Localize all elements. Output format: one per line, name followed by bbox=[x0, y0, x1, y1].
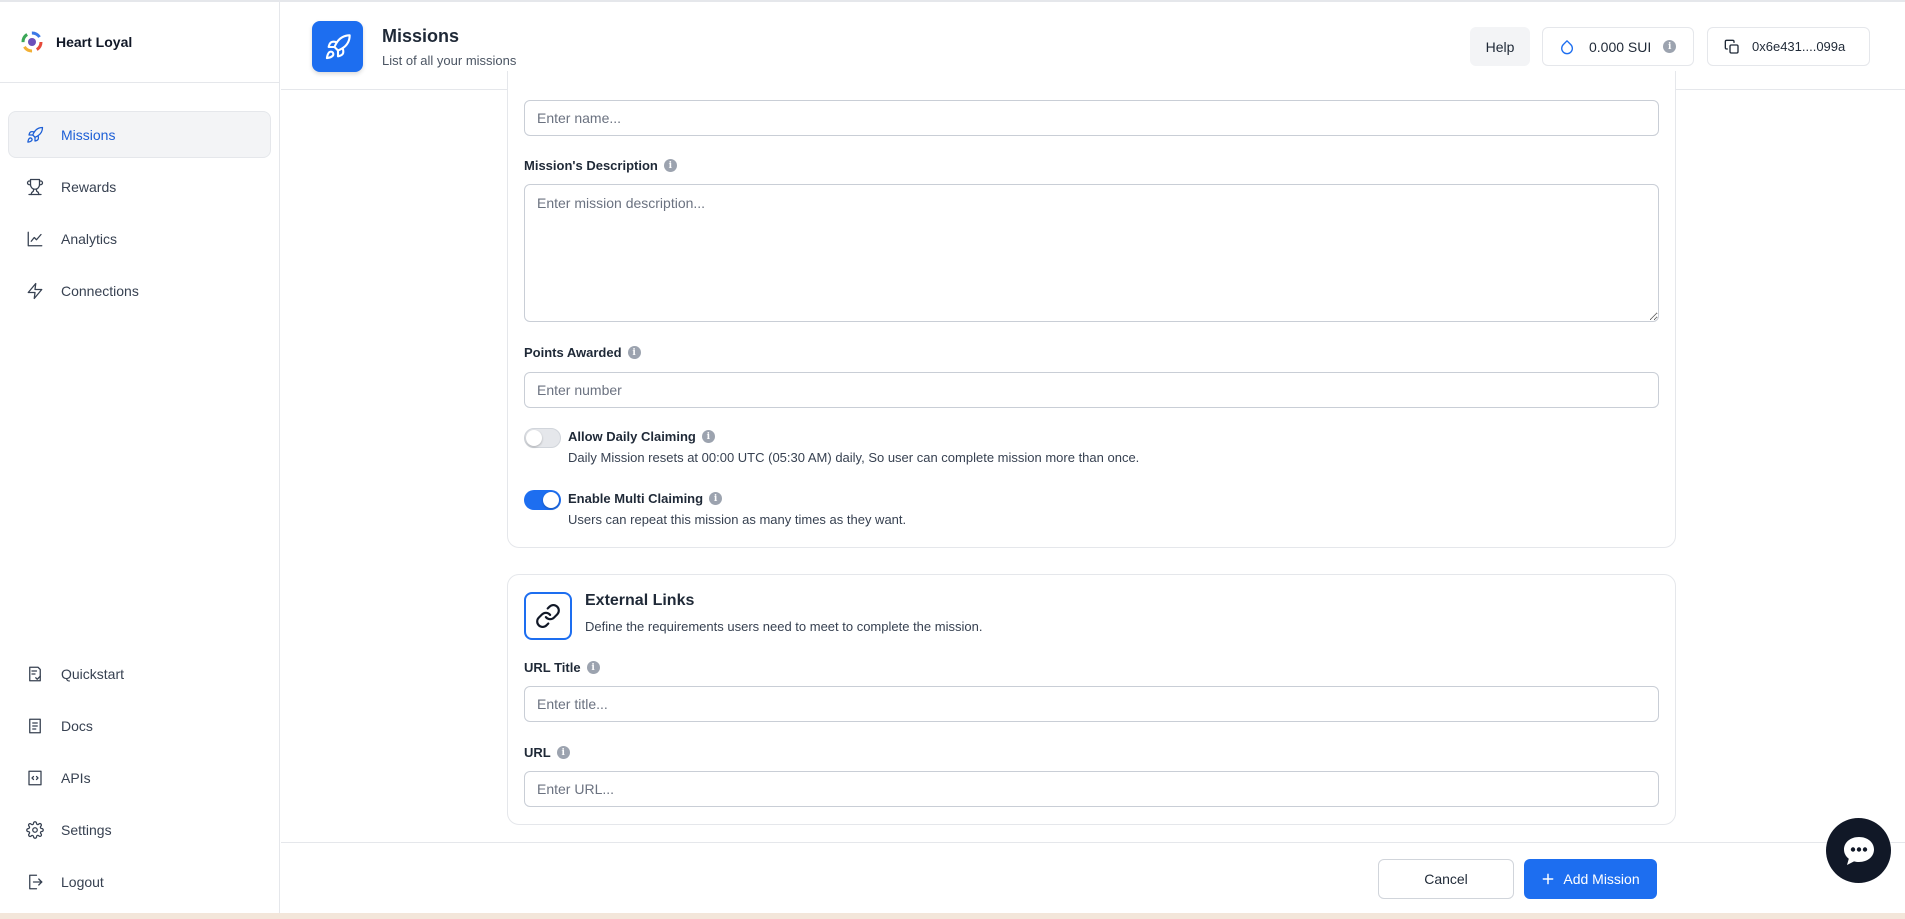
sidebar-item-label: Rewards bbox=[61, 178, 117, 195]
code-icon bbox=[25, 768, 45, 788]
toggle-knob bbox=[526, 430, 542, 446]
plus-icon bbox=[1541, 872, 1555, 886]
multi-claiming-toggle[interactable] bbox=[524, 490, 561, 510]
sidebar-item-rewards[interactable]: Rewards bbox=[8, 163, 271, 210]
gear-icon bbox=[25, 820, 45, 840]
sidebar-item-logout[interactable]: Logout bbox=[8, 858, 271, 905]
sidebar-item-label: Quickstart bbox=[61, 665, 125, 682]
mission-details-card: Mission's Description i Points Awarded i… bbox=[507, 71, 1676, 548]
sidebar-item-label: Connections bbox=[61, 282, 139, 299]
lightning-icon bbox=[25, 281, 45, 301]
external-links-title: External Links bbox=[585, 592, 695, 609]
info-icon: i bbox=[709, 492, 723, 505]
sidebar-item-label: Missions bbox=[61, 126, 116, 143]
droplet-icon bbox=[1559, 39, 1575, 55]
sidebar: Heart Loyal Missions Rewards Analytics C… bbox=[0, 2, 280, 913]
balance-value: 0.000 SUI bbox=[1589, 38, 1652, 55]
points-label: Points Awarded i bbox=[524, 345, 641, 360]
bottom-edge bbox=[0, 913, 1905, 919]
mission-name-input[interactable] bbox=[524, 100, 1659, 136]
sidebar-item-label: Logout bbox=[61, 873, 104, 890]
balance-button[interactable]: 0.000 SUI i bbox=[1542, 27, 1694, 66]
info-icon: i bbox=[627, 346, 641, 359]
chat-bubble-icon bbox=[1841, 834, 1877, 868]
url-title-label: URL Title i bbox=[524, 660, 600, 675]
info-icon: i bbox=[701, 430, 715, 443]
sidebar-item-apis[interactable]: APIs bbox=[8, 754, 271, 801]
brand-name: Heart Loyal bbox=[56, 34, 133, 50]
description-label: Mission's Description i bbox=[524, 158, 677, 173]
wallet-address: 0x6e431....099a bbox=[1752, 39, 1846, 54]
rocket-icon bbox=[312, 21, 363, 72]
sidebar-bottom-nav: Quickstart Docs APIs Settings Logout bbox=[8, 650, 271, 910]
url-title-input[interactable] bbox=[524, 686, 1659, 722]
mission-form: Mission's Description i Points Awarded i… bbox=[281, 71, 1905, 841]
info-icon: i bbox=[1663, 40, 1677, 53]
daily-claiming-description: Daily Mission resets at 00:00 UTC (05:30… bbox=[568, 450, 1140, 465]
sidebar-item-quickstart[interactable]: Quickstart bbox=[8, 650, 271, 697]
info-icon: i bbox=[586, 661, 600, 674]
url-input[interactable] bbox=[524, 771, 1659, 807]
sidebar-item-label: APIs bbox=[61, 769, 91, 786]
page-subtitle: List of all your missions bbox=[382, 53, 517, 68]
sidebar-item-settings[interactable]: Settings bbox=[8, 806, 271, 853]
page-title: Missions bbox=[382, 26, 460, 46]
sidebar-item-analytics[interactable]: Analytics bbox=[8, 215, 271, 262]
sidebar-item-docs[interactable]: Docs bbox=[8, 702, 271, 749]
link-icon bbox=[524, 592, 572, 640]
brand-logo-icon bbox=[20, 30, 44, 54]
add-mission-label: Add Mission bbox=[1563, 871, 1640, 887]
sidebar-item-label: Settings bbox=[61, 821, 112, 838]
points-input[interactable] bbox=[524, 372, 1659, 408]
daily-claiming-toggle[interactable] bbox=[524, 428, 561, 448]
logout-icon bbox=[25, 872, 45, 892]
rocket-icon bbox=[25, 125, 45, 145]
multi-claiming-title: Enable Multi Claiming i bbox=[568, 491, 723, 506]
sidebar-item-label: Docs bbox=[61, 717, 93, 734]
toggle-knob bbox=[543, 492, 559, 508]
daily-claiming-title: Allow Daily Claiming i bbox=[568, 429, 715, 444]
copy-icon bbox=[1724, 39, 1740, 55]
add-mission-button[interactable]: Add Mission bbox=[1524, 859, 1657, 899]
info-icon: i bbox=[663, 159, 677, 172]
brand[interactable]: Heart Loyal bbox=[0, 2, 279, 83]
sidebar-nav: Missions Rewards Analytics Connections bbox=[0, 83, 279, 314]
url-label: URL i bbox=[524, 745, 570, 760]
trophy-icon bbox=[25, 177, 45, 197]
sidebar-item-connections[interactable]: Connections bbox=[8, 267, 271, 314]
form-footer: Cancel Add Mission bbox=[281, 842, 1905, 913]
external-links-card: External Links Define the requirements u… bbox=[507, 574, 1676, 825]
sidebar-item-label: Analytics bbox=[61, 230, 118, 247]
help-button[interactable]: Help bbox=[1470, 27, 1530, 66]
sidebar-item-missions[interactable]: Missions bbox=[8, 111, 271, 158]
mission-description-input[interactable] bbox=[524, 184, 1659, 322]
multi-claiming-description: Users can repeat this mission as many ti… bbox=[568, 512, 907, 527]
wallet-address-button[interactable]: 0x6e431....099a bbox=[1707, 27, 1870, 66]
quickstart-icon bbox=[25, 664, 45, 684]
external-links-subtitle: Define the requirements users need to me… bbox=[585, 619, 983, 634]
info-icon: i bbox=[556, 746, 570, 759]
chat-support-button[interactable] bbox=[1826, 818, 1891, 883]
cancel-button[interactable]: Cancel bbox=[1378, 859, 1514, 899]
document-icon bbox=[25, 716, 45, 736]
chart-line-icon bbox=[25, 229, 45, 249]
